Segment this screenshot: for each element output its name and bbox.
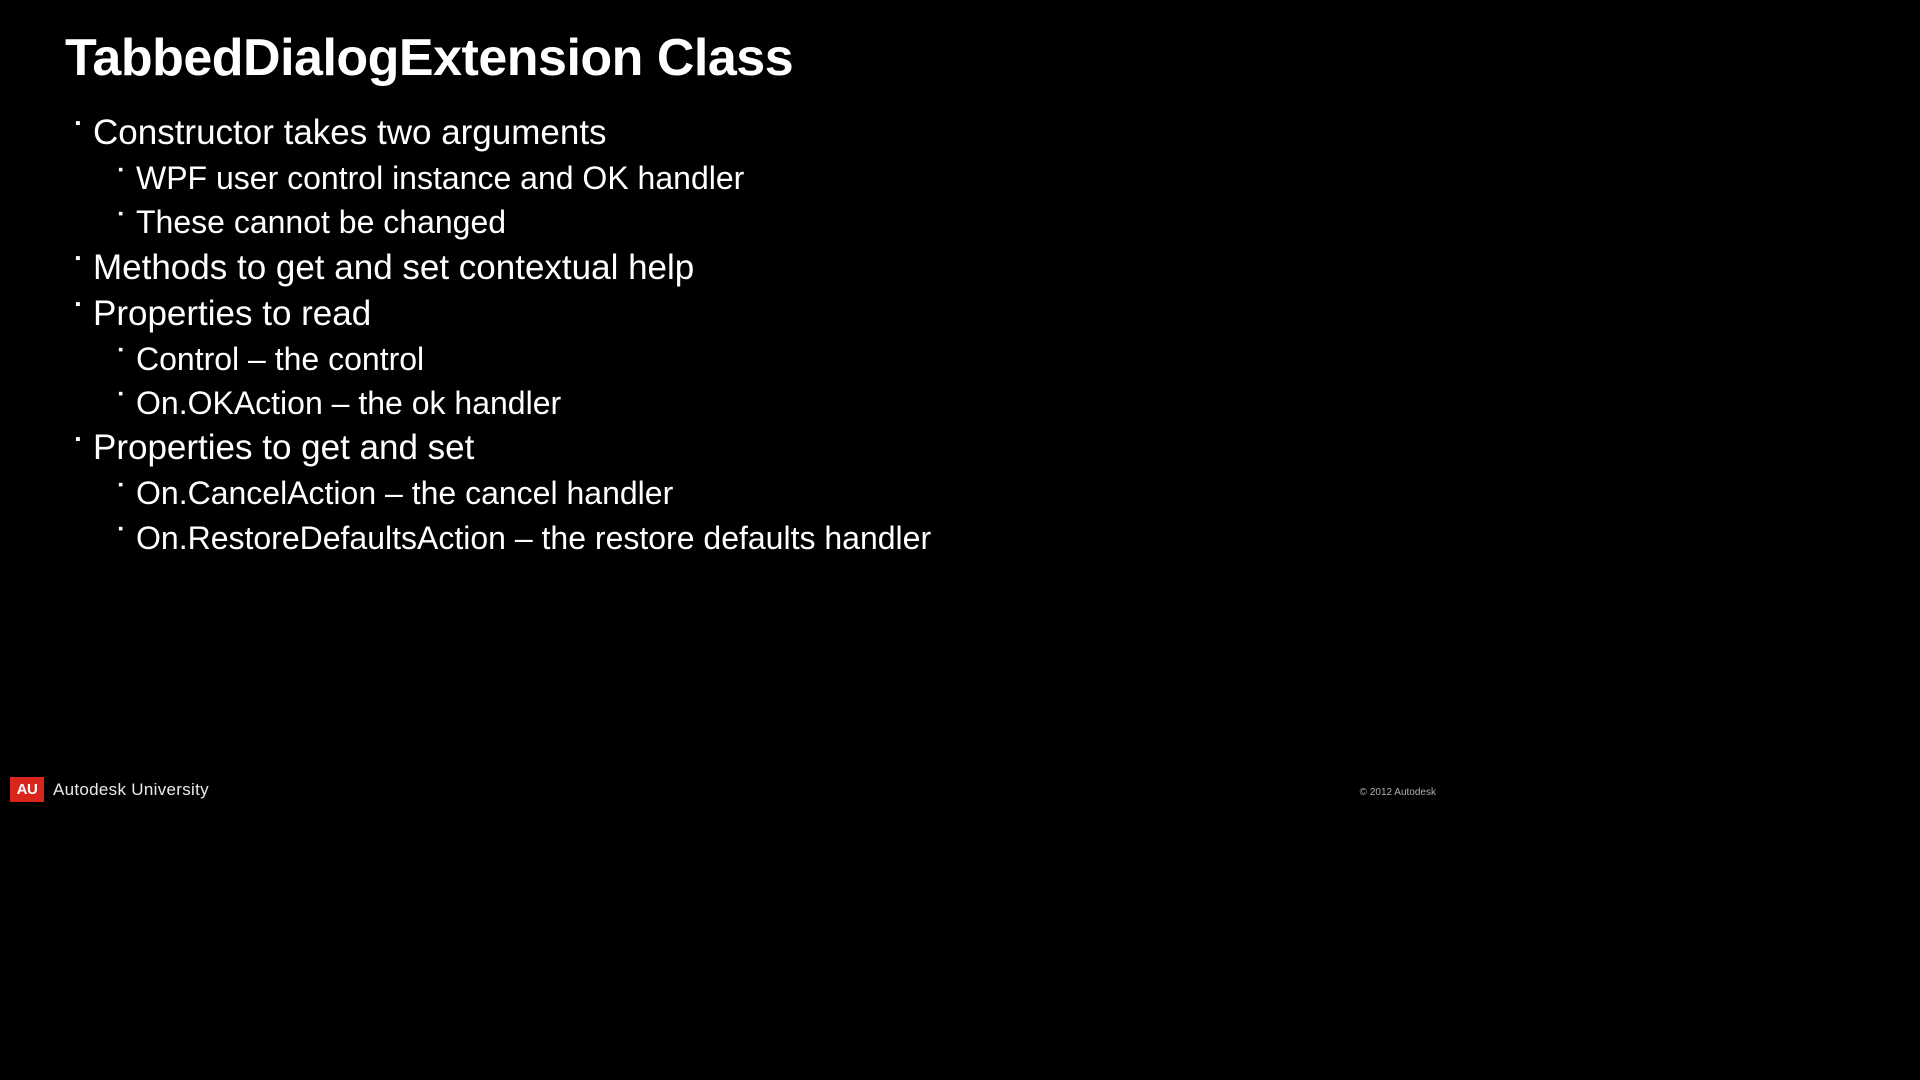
slide: TabbedDialogExtension Class Constructor … — [0, 0, 1456, 816]
sub-list: WPF user control instance and OK handler… — [93, 156, 1391, 244]
list-item: Constructor takes two arguments WPF user… — [75, 110, 1391, 245]
bullet-text: Properties to get and set — [93, 428, 474, 467]
slide-title: TabbedDialogExtension Class — [65, 28, 1391, 88]
list-item: Methods to get and set contextual help — [75, 245, 1391, 291]
bullet-text: Properties to read — [93, 294, 371, 333]
au-logo-icon: AU — [10, 777, 44, 802]
bullet-text: WPF user control instance and OK handler — [136, 160, 744, 196]
list-item: On.RestoreDefaultsAction – the restore d… — [118, 516, 1391, 560]
bullet-text: On.CancelAction – the cancel handler — [136, 475, 673, 511]
footer: AU Autodesk University — [10, 777, 209, 802]
footer-brand-text: Autodesk University — [53, 780, 209, 800]
copyright-text: © 2012 Autodesk — [1360, 787, 1436, 798]
sub-list: On.CancelAction – the cancel handler On.… — [93, 471, 1391, 559]
bullet-text: Control – the control — [136, 341, 424, 377]
bullet-text: These cannot be changed — [136, 204, 506, 240]
bullet-text: Constructor takes two arguments — [93, 113, 607, 152]
bullet-text: On.RestoreDefaultsAction – the restore d… — [136, 520, 931, 556]
bullet-list: Constructor takes two arguments WPF user… — [65, 110, 1391, 560]
list-item: Properties to get and set On.CancelActio… — [75, 425, 1391, 560]
list-item: Control – the control — [118, 337, 1391, 381]
bullet-text: On.OKAction – the ok handler — [136, 385, 561, 421]
list-item: On.OKAction – the ok handler — [118, 381, 1391, 425]
sub-list: Control – the control On.OKAction – the … — [93, 337, 1391, 425]
list-item: Properties to read Control – the control… — [75, 291, 1391, 426]
bullet-text: Methods to get and set contextual help — [93, 248, 694, 287]
list-item: These cannot be changed — [118, 200, 1391, 244]
list-item: On.CancelAction – the cancel handler — [118, 471, 1391, 515]
list-item: WPF user control instance and OK handler — [118, 156, 1391, 200]
